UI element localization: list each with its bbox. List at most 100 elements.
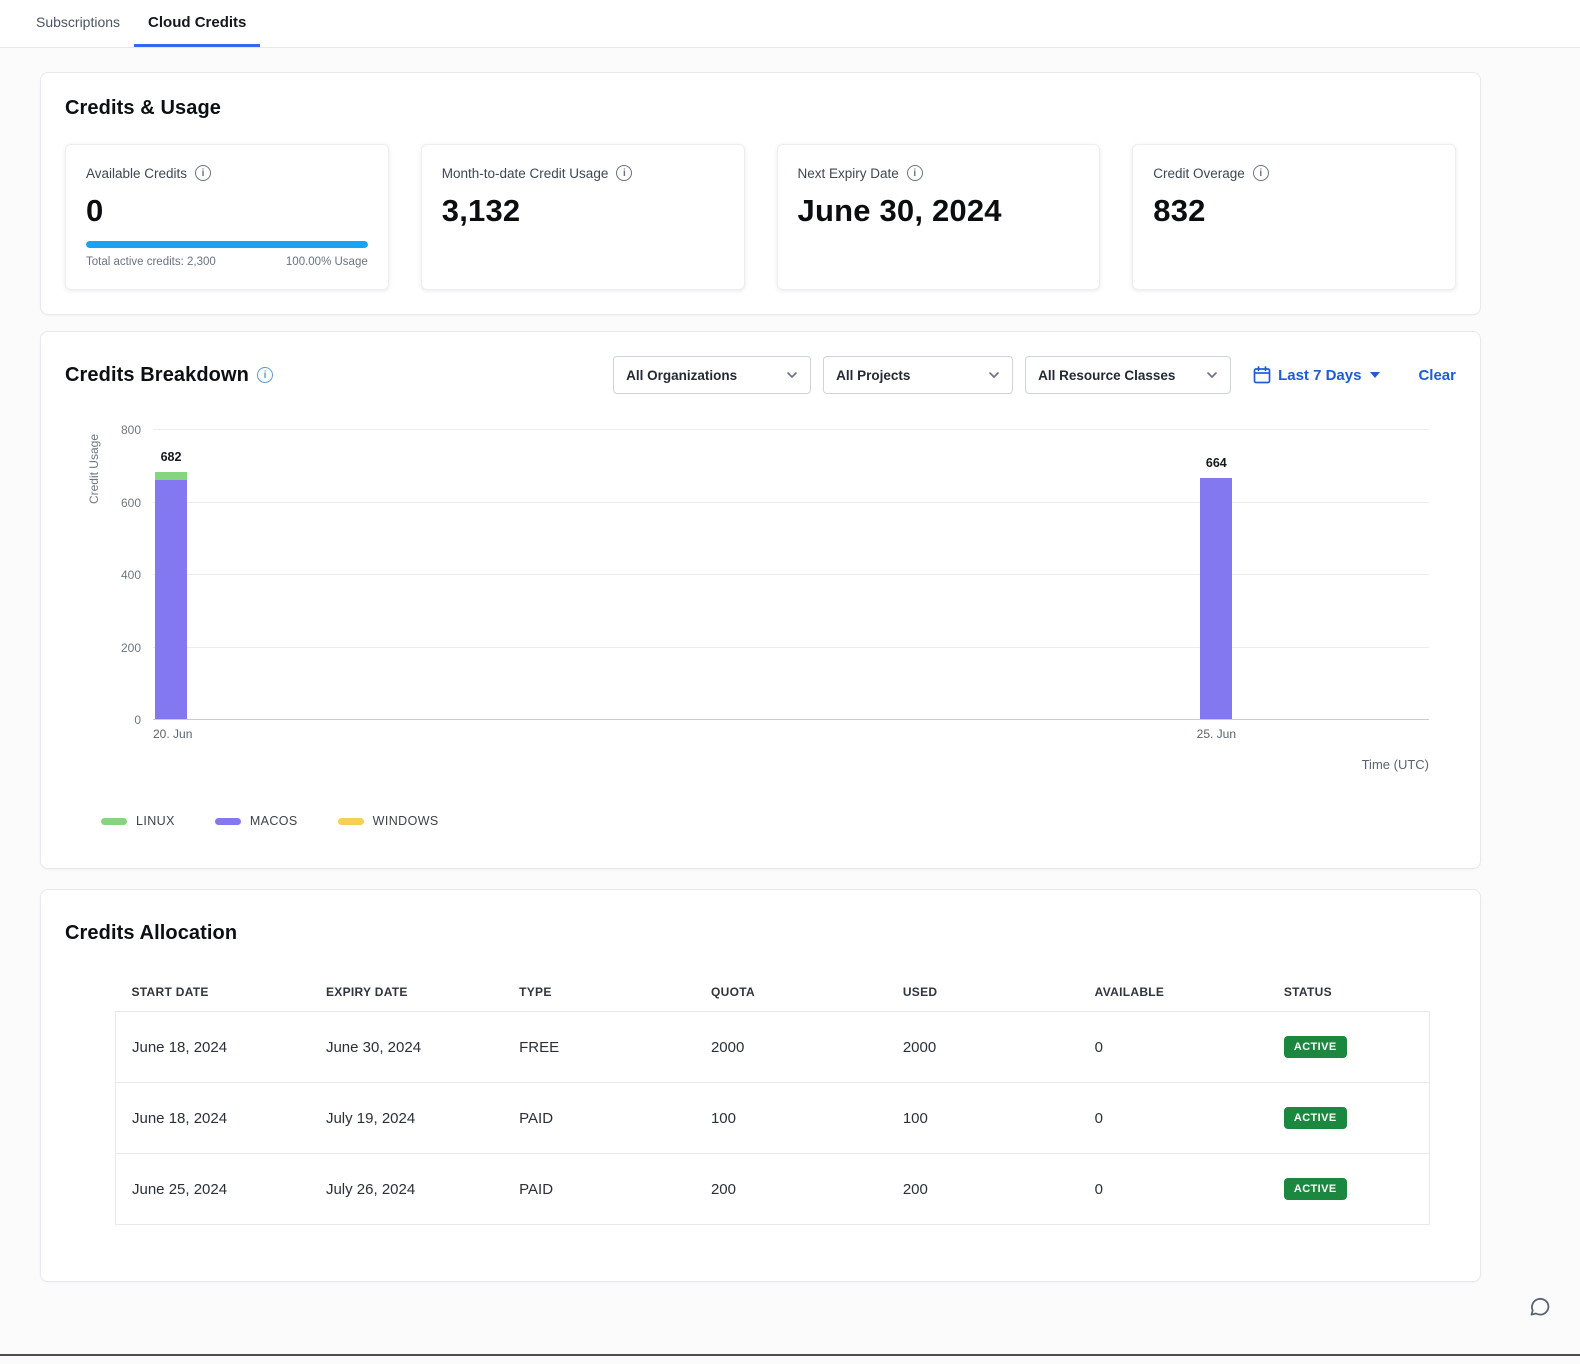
date-range-picker[interactable]: Last 7 Days	[1253, 366, 1380, 384]
x-tick-label: 20. Jun	[153, 727, 192, 741]
legend-item-macos[interactable]: MACOS	[215, 814, 298, 828]
stat-value: June 30, 2024	[798, 193, 1080, 229]
info-icon[interactable]: i	[257, 367, 273, 383]
stat-value: 832	[1153, 193, 1435, 229]
legend-swatch	[101, 818, 127, 825]
stat-value: 3,132	[442, 193, 724, 229]
status-badge: ACTIVE	[1284, 1036, 1347, 1058]
credit-overage-card: Credit Overage i 832	[1132, 144, 1456, 290]
credit-usage-chart: Credit Usage 0200400600800682664 20. Jun…	[65, 430, 1456, 828]
column-header: USED	[887, 973, 1079, 1012]
gridline	[153, 719, 1429, 720]
gridline	[153, 574, 1429, 575]
legend-label: LINUX	[136, 814, 175, 828]
column-header: START DATE	[116, 973, 310, 1012]
allocation-table-body: June 18, 2024June 30, 2024FREE200020000A…	[116, 1012, 1430, 1225]
organizations-filter[interactable]: All Organizations	[613, 356, 811, 394]
credits-breakdown-section: Credits Breakdown i All Organizations Al…	[40, 331, 1481, 869]
help-widget-icon[interactable]	[1528, 1295, 1552, 1324]
cell-used: 200	[887, 1154, 1079, 1225]
stat-label: Next Expiry Date	[798, 166, 899, 181]
cell-available: 0	[1079, 1154, 1268, 1225]
y-tick-label: 0	[101, 713, 141, 727]
projects-filter-value: All Projects	[836, 368, 910, 383]
date-range-label: Last 7 Days	[1278, 367, 1361, 384]
table-row: June 18, 2024June 30, 2024FREE200020000A…	[116, 1012, 1430, 1083]
cell-type: PAID	[503, 1154, 695, 1225]
cell-type: PAID	[503, 1083, 695, 1154]
stat-card-row: Available Credits i 0 Total active credi…	[65, 144, 1456, 290]
info-icon[interactable]: i	[195, 165, 211, 181]
next-expiry-card: Next Expiry Date i June 30, 2024	[777, 144, 1101, 290]
resource-classes-filter-value: All Resource Classes	[1038, 368, 1175, 383]
gridline	[153, 429, 1429, 430]
column-header: STATUS	[1268, 973, 1430, 1012]
allocation-table: START DATEEXPIRY DATETYPEQUOTAUSEDAVAILA…	[115, 973, 1430, 1225]
organizations-filter-value: All Organizations	[626, 368, 737, 383]
x-axis-label: Time (UTC)	[65, 757, 1429, 772]
top-tab-bar: Subscriptions Cloud Credits	[0, 0, 1580, 48]
chart-x-axis: 20. Jun 25. Jun	[153, 727, 1429, 745]
tab-cloud-credits[interactable]: Cloud Credits	[134, 0, 260, 47]
caret-down-icon	[1370, 372, 1380, 378]
bar-segment-linux	[155, 472, 187, 480]
credits-usage-title: Credits & Usage	[65, 97, 1456, 120]
table-row: June 25, 2024July 26, 2024PAID2002000ACT…	[116, 1154, 1430, 1225]
stat-label: Month-to-date Credit Usage	[442, 166, 609, 181]
cell-used: 100	[887, 1083, 1079, 1154]
y-tick-label: 800	[101, 423, 141, 437]
tab-subscriptions[interactable]: Subscriptions	[22, 0, 134, 47]
credits-breakdown-title: Credits Breakdown	[65, 364, 249, 387]
legend-item-linux[interactable]: LINUX	[101, 814, 175, 828]
table-header-row: START DATEEXPIRY DATETYPEQUOTAUSEDAVAILA…	[116, 973, 1430, 1012]
status-badge: ACTIVE	[1284, 1107, 1347, 1129]
bar-value-label: 664	[1206, 456, 1227, 470]
gridline	[153, 647, 1429, 648]
mtd-usage-card: Month-to-date Credit Usage i 3,132	[421, 144, 745, 290]
chart-bar[interactable]: 682	[155, 472, 187, 719]
y-tick-label: 200	[101, 641, 141, 655]
table-row: June 18, 2024July 19, 2024PAID1001000ACT…	[116, 1083, 1430, 1154]
legend-swatch	[215, 818, 241, 825]
chart-bar[interactable]: 664	[1200, 478, 1232, 719]
y-tick-label: 400	[101, 568, 141, 582]
x-tick-label: 25. Jun	[1197, 727, 1236, 741]
clear-filters-button[interactable]: Clear	[1418, 367, 1456, 384]
column-header: QUOTA	[695, 973, 887, 1012]
cell-status: ACTIVE	[1268, 1083, 1430, 1154]
info-icon[interactable]: i	[616, 165, 632, 181]
bar-value-label: 682	[161, 450, 182, 464]
legend-label: MACOS	[250, 814, 298, 828]
cell-expiry-date: June 30, 2024	[310, 1012, 503, 1083]
projects-filter[interactable]: All Projects	[823, 356, 1013, 394]
credits-usage-section: Credits & Usage Available Credits i 0 To…	[40, 72, 1481, 315]
info-icon[interactable]: i	[1253, 165, 1269, 181]
chart-legend: LINUX MACOS WINDOWS	[101, 814, 1456, 828]
column-header: EXPIRY DATE	[310, 973, 503, 1012]
bar-segment-macos	[155, 480, 187, 719]
chevron-down-icon	[1206, 369, 1218, 381]
cell-quota: 200	[695, 1154, 887, 1225]
resource-classes-filter[interactable]: All Resource Classes	[1025, 356, 1231, 394]
info-icon[interactable]: i	[907, 165, 923, 181]
cell-quota: 100	[695, 1083, 887, 1154]
total-active-credits-text: Total active credits: 2,300	[86, 256, 216, 268]
gridline	[153, 502, 1429, 503]
cell-start-date: June 25, 2024	[116, 1154, 310, 1225]
column-header: AVAILABLE	[1079, 973, 1268, 1012]
column-header: TYPE	[503, 973, 695, 1012]
cell-expiry-date: July 26, 2024	[310, 1154, 503, 1225]
stat-value: 0	[86, 193, 368, 229]
available-credits-card: Available Credits i 0 Total active credi…	[65, 144, 389, 290]
y-tick-label: 600	[101, 496, 141, 510]
legend-item-windows[interactable]: WINDOWS	[338, 814, 439, 828]
calendar-icon	[1253, 366, 1271, 384]
cell-expiry-date: July 19, 2024	[310, 1083, 503, 1154]
credits-progress-fill	[86, 241, 368, 248]
chart-plot: 0200400600800682664	[153, 430, 1429, 720]
cell-available: 0	[1079, 1083, 1268, 1154]
cell-quota: 2000	[695, 1012, 887, 1083]
stat-label: Available Credits	[86, 166, 187, 181]
cell-type: FREE	[503, 1012, 695, 1083]
credits-allocation-title: Credits Allocation	[65, 922, 1456, 945]
